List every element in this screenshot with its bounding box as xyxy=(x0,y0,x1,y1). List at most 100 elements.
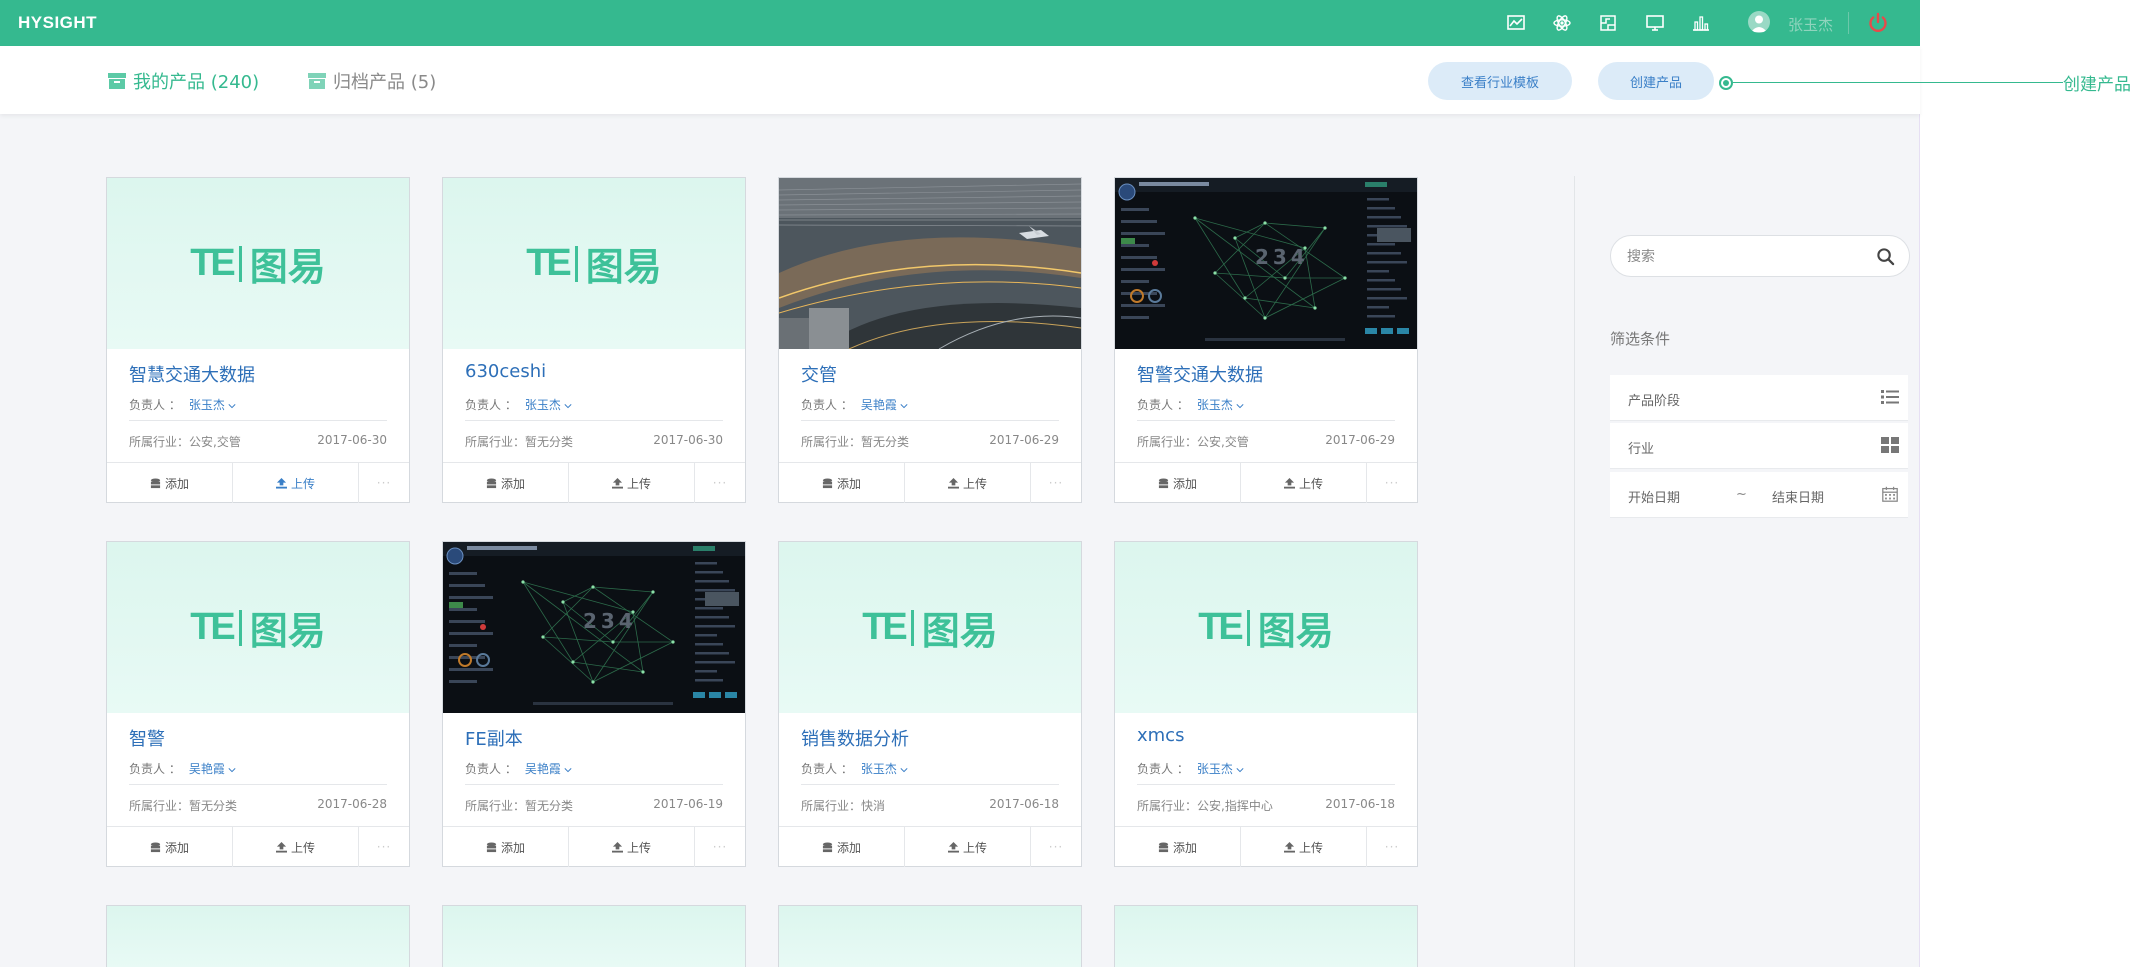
card-owner: 负责人 ： 张玉杰 xyxy=(1137,396,1244,413)
power-icon[interactable] xyxy=(1866,11,1890,35)
product-card[interactable]: TE 图易 630ceshi 负责人 ： 张玉杰 所属行业：暂无分类 2017-06-30 添… xyxy=(442,177,746,503)
upload-button[interactable]: 上传 xyxy=(905,827,1031,867)
card-title[interactable]: 交管 xyxy=(801,361,837,387)
card-thumbnail[interactable]: TE 图易 xyxy=(107,542,409,713)
filter-industry[interactable]: 行业 xyxy=(1610,423,1908,469)
calendar-icon[interactable] xyxy=(1880,485,1900,503)
upload-button[interactable]: 上传 xyxy=(233,463,359,503)
more-button[interactable]: ··· xyxy=(359,463,409,503)
card-thumbnail[interactable]: TE 图易 xyxy=(443,178,745,349)
upload-button[interactable]: 上传 xyxy=(905,463,1031,503)
search-input[interactable] xyxy=(1627,247,1857,267)
add-button[interactable]: 添加 xyxy=(443,463,569,503)
more-button[interactable]: ··· xyxy=(1031,463,1081,503)
product-card[interactable] xyxy=(1114,905,1418,967)
card-divider xyxy=(129,784,387,785)
start-date-field[interactable]: 开始日期 xyxy=(1628,487,1680,506)
bar-chart-icon[interactable] xyxy=(1691,13,1711,33)
product-card[interactable]: 234 FE副本 负责人 ： 吴艳霞 所属行业：暂无分类 2017-06-19 添加 上传 ··… xyxy=(442,541,746,867)
owner-name[interactable]: 张玉杰 xyxy=(861,762,897,776)
card-title[interactable]: 销售数据分析 xyxy=(801,725,909,751)
card-title[interactable]: FE副本 xyxy=(465,725,523,751)
card-title[interactable]: 智警 xyxy=(129,725,165,751)
upload-button[interactable]: 上传 xyxy=(569,463,695,503)
puzzle-icon[interactable] xyxy=(1598,13,1618,33)
product-card[interactable]: TE 图易 xmcs 负责人 ： 张玉杰 所属行业：公安,指挥中心 2017-06-18 添加… xyxy=(1114,541,1418,867)
upload-button[interactable]: 上传 xyxy=(569,827,695,867)
end-date-field[interactable]: 结束日期 xyxy=(1772,487,1824,506)
chevron-down-icon[interactable] xyxy=(900,403,908,409)
search-icon[interactable] xyxy=(1876,247,1895,266)
add-button[interactable]: 添加 xyxy=(443,827,569,867)
view-templates-button[interactable]: 查看行业模板 xyxy=(1428,62,1572,100)
chevron-down-icon[interactable] xyxy=(564,403,572,409)
tab-my-products[interactable]: 我的产品 (240) xyxy=(107,68,259,94)
more-button[interactable]: ··· xyxy=(695,827,745,867)
upload-button[interactable]: 上传 xyxy=(233,827,359,867)
more-button[interactable]: ··· xyxy=(1367,463,1417,503)
upload-label: 上传 xyxy=(1298,476,1323,491)
create-product-button[interactable]: 创建产品 xyxy=(1598,62,1714,100)
add-button[interactable]: 添加 xyxy=(779,827,905,867)
tab-archived-products[interactable]: 归档产品 (5) xyxy=(307,68,436,94)
card-divider xyxy=(1137,420,1395,421)
chevron-down-icon[interactable] xyxy=(228,403,236,409)
brand-logo[interactable]: HYSIGHT xyxy=(18,13,97,33)
card-title[interactable]: 智警交通大数据 xyxy=(1137,361,1263,387)
owner-name[interactable]: 吴艳霞 xyxy=(525,762,561,776)
product-card[interactable]: TE 图易 智慧交通大数据 负责人 ： 张玉杰 所属行业：公安,交管 2017-06-30 添… xyxy=(106,177,410,503)
card-thumbnail[interactable] xyxy=(443,906,745,967)
filter-product-stage[interactable]: 产品阶段 xyxy=(1610,375,1908,421)
card-title[interactable]: xmcs xyxy=(1137,725,1184,746)
chevron-down-icon[interactable] xyxy=(228,767,236,773)
tab-my-products-label: 我的产品 (240) xyxy=(133,72,260,93)
add-button[interactable]: 添加 xyxy=(1115,463,1241,503)
add-button[interactable]: 添加 xyxy=(779,463,905,503)
chevron-down-icon[interactable] xyxy=(564,767,572,773)
product-card[interactable] xyxy=(442,905,746,967)
product-card[interactable]: TE 图易 智警 负责人 ： 吴艳霞 所属行业：暂无分类 2017-06-28 添加 上传 ··· xyxy=(106,541,410,867)
user-name[interactable]: 张玉杰 xyxy=(1788,14,1833,35)
card-thumbnail[interactable] xyxy=(1115,906,1417,967)
add-button[interactable]: 添加 xyxy=(107,463,233,503)
product-card[interactable]: TE 图易 销售数据分析 负责人 ： 张玉杰 所属行业：快消 2017-06-18 添加 上传 ·… xyxy=(778,541,1082,867)
more-button[interactable]: ··· xyxy=(1031,827,1081,867)
product-card[interactable]: 234 智警交通大数据 负责人 ： 张玉杰 所属行业：公安,交管 2017-06-29 添加… xyxy=(1114,177,1418,503)
card-thumbnail[interactable] xyxy=(779,906,1081,967)
add-button[interactable]: 添加 xyxy=(107,827,233,867)
card-thumbnail[interactable]: 234 xyxy=(443,542,745,713)
chevron-down-icon[interactable] xyxy=(900,767,908,773)
card-thumbnail[interactable] xyxy=(779,178,1081,349)
monitor-chart-icon[interactable] xyxy=(1506,13,1526,33)
card-thumbnail[interactable]: TE 图易 xyxy=(107,178,409,349)
upload-button[interactable]: 上传 xyxy=(1241,463,1367,503)
card-industry: 所属行业：公安,交管 xyxy=(129,435,241,449)
card-thumbnail[interactable] xyxy=(107,906,409,967)
upload-button[interactable]: 上传 xyxy=(1241,827,1367,867)
user-avatar[interactable] xyxy=(1748,11,1770,33)
product-card[interactable]: 交管 负责人 ： 吴艳霞 所属行业：暂无分类 2017-06-29 添加 上传 ··· xyxy=(778,177,1082,503)
chevron-down-icon[interactable] xyxy=(1236,403,1244,409)
card-thumbnail[interactable]: TE 图易 xyxy=(1115,542,1417,713)
card-title[interactable]: 630ceshi xyxy=(465,361,546,382)
more-button[interactable]: ··· xyxy=(1367,827,1417,867)
owner-name[interactable]: 张玉杰 xyxy=(1197,398,1233,412)
owner-name[interactable]: 吴艳霞 xyxy=(189,762,225,776)
add-button[interactable]: 添加 xyxy=(1115,827,1241,867)
owner-name[interactable]: 张玉杰 xyxy=(525,398,561,412)
card-thumbnail[interactable]: TE 图易 xyxy=(779,542,1081,713)
owner-name[interactable]: 张玉杰 xyxy=(189,398,225,412)
tuyi-logo: TE 图易 xyxy=(190,242,326,289)
card-title[interactable]: 智慧交通大数据 xyxy=(129,361,255,387)
product-card[interactable] xyxy=(778,905,1082,967)
more-button[interactable]: ··· xyxy=(695,463,745,503)
more-button[interactable]: ··· xyxy=(359,827,409,867)
owner-name[interactable]: 张玉杰 xyxy=(1197,762,1233,776)
product-card[interactable] xyxy=(106,905,410,967)
chevron-down-icon[interactable] xyxy=(1236,767,1244,773)
card-thumbnail[interactable]: 234 xyxy=(1115,178,1417,349)
filter-date-range[interactable]: 开始日期 ~ 结束日期 xyxy=(1610,472,1908,518)
display-icon[interactable] xyxy=(1645,13,1665,33)
owner-name[interactable]: 吴艳霞 xyxy=(861,398,897,412)
atom-icon[interactable] xyxy=(1552,13,1572,33)
